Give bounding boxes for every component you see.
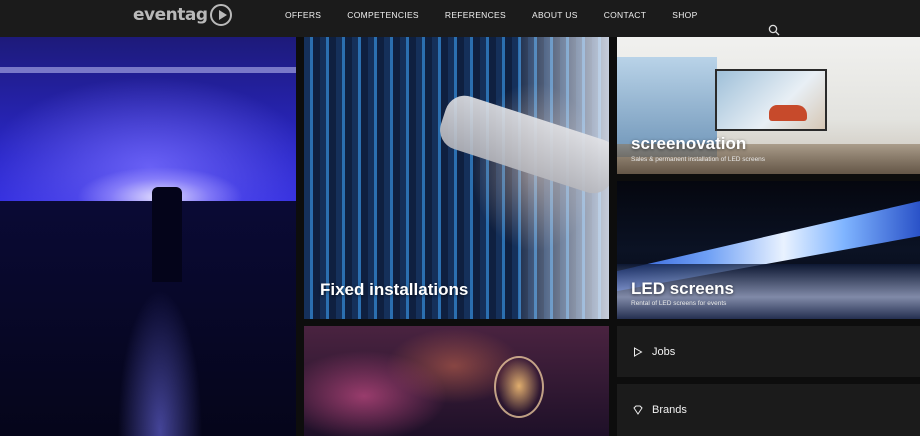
logo-play-icon: [209, 4, 232, 26]
nav-offers[interactable]: OFFERS: [285, 10, 321, 20]
eventag-logo[interactable]: eventag: [133, 1, 232, 29]
nav-about-us[interactable]: ABOUT US: [532, 10, 578, 20]
nav-contact[interactable]: CONTACT: [604, 10, 647, 20]
fixed-installations-tile[interactable]: Fixed installations: [304, 37, 609, 319]
nav-shop[interactable]: SHOP: [672, 10, 697, 20]
jobs-link[interactable]: Jobs: [617, 326, 920, 377]
stage-truss: [0, 67, 296, 73]
nav-competencies[interactable]: COMPETENCIES: [347, 10, 419, 20]
brands-link[interactable]: Brands: [617, 384, 920, 436]
led-screens-title: LED screens: [631, 279, 734, 298]
screenovation-tile[interactable]: screenovation Sales & permanent installa…: [617, 37, 920, 174]
event-lighting-tile[interactable]: [304, 326, 609, 436]
led-screens-tile[interactable]: LED screens Rental of LED screens for ev…: [617, 181, 920, 319]
concert-image-tile[interactable]: [0, 37, 296, 436]
main-nav: OFFERS COMPETENCIES REFERENCES ABOUT US …: [285, 10, 724, 20]
car-image: [769, 105, 807, 121]
jobs-label: Jobs: [652, 345, 676, 358]
screenovation-subtitle: Sales & permanent installation of LED sc…: [631, 156, 766, 163]
screenovation-title: screenovation: [631, 134, 747, 153]
diamond-outline-icon: [633, 405, 643, 415]
camera-operator-silhouette: [152, 187, 182, 282]
audience-silhouette: [0, 201, 296, 436]
led-screens-subtitle: Rental of LED screens for events: [631, 300, 727, 307]
led-wall-display: [715, 69, 827, 131]
brands-label: Brands: [652, 404, 687, 416]
play-outline-icon: [634, 346, 643, 357]
light-bulb-graphic: [494, 356, 544, 418]
fixed-installations-title: Fixed installations: [320, 280, 469, 299]
search-icon[interactable]: [768, 24, 780, 36]
nav-references[interactable]: REFERENCES: [445, 10, 506, 20]
logo-wordmark: eventag: [133, 5, 208, 25]
top-navigation-bar: eventag OFFERS COMPETENCIES REFERENCES A…: [0, 0, 920, 37]
